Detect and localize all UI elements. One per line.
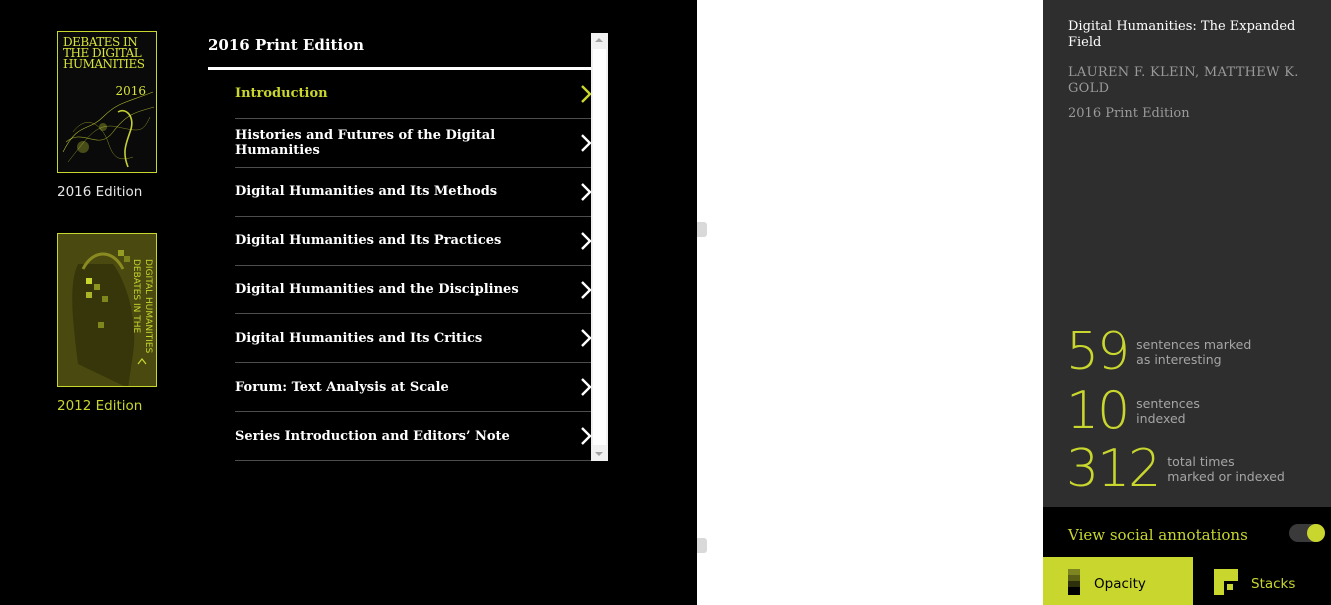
opacity-icon xyxy=(1068,569,1080,595)
stat-value: 10 xyxy=(1066,381,1130,441)
toc-scrollbar[interactable] xyxy=(591,33,608,461)
social-annotations-row: View social annotations xyxy=(1043,507,1331,557)
toc-item-label: Digital Humanities and Its Critics xyxy=(235,330,483,346)
stat-label-line1: total times xyxy=(1167,454,1235,469)
cover-2016-image[interactable]: DEBATES IN THE DIGITAL HUMANITIES 2016 xyxy=(57,31,157,173)
social-annotations-toggle[interactable] xyxy=(1289,524,1325,542)
toc-item-methods[interactable]: Digital Humanities and Its Methods xyxy=(235,168,592,217)
left-panel: DEBATES IN THE DIGITAL HUMANITIES 2016 2… xyxy=(0,0,697,605)
book-edition: 2016 Print Edition xyxy=(1068,106,1190,121)
stat-value: 312 xyxy=(1066,439,1161,499)
stat-total-times: 312 total times marked or indexed xyxy=(1066,443,1297,495)
scroll-up-icon[interactable] xyxy=(595,38,603,42)
stat-label: total times marked or indexed xyxy=(1167,454,1297,484)
book-title: Digital Humanities: The Expanded Field xyxy=(1068,19,1296,50)
toc-item-label: Histories and Futures of the Digital Hum… xyxy=(235,127,496,158)
toc-item-introduction[interactable]: Introduction xyxy=(235,70,592,119)
stat-value: 59 xyxy=(1066,322,1130,382)
toc-item-critics[interactable]: Digital Humanities and Its Critics xyxy=(235,314,592,364)
toc-item-practices[interactable]: Digital Humanities and Its Practices xyxy=(235,217,592,266)
stacks-button[interactable]: Stacks xyxy=(1193,557,1331,605)
edition-2016[interactable]: DEBATES IN THE DIGITAL HUMANITIES 2016 2… xyxy=(57,31,177,200)
scrollbar-thumb[interactable] xyxy=(593,49,606,445)
stat-label-line2: marked or indexed xyxy=(1167,469,1285,484)
cover-2016-artwork xyxy=(62,91,155,168)
edition-2016-label[interactable]: 2016 Edition xyxy=(57,184,177,200)
edition-2012-label[interactable]: 2012 Edition xyxy=(57,398,177,414)
stat-label-line1: sentences xyxy=(1136,396,1200,411)
table-of-contents: 2016 Print Edition Introduction Historie… xyxy=(208,33,608,462)
stacks-icon xyxy=(1214,569,1238,595)
toc-item-forum-text-analysis[interactable]: Forum: Text Analysis at Scale xyxy=(235,363,592,413)
opacity-button-label: Opacity xyxy=(1094,576,1146,592)
toc-item-label: Digital Humanities and the Disciplines xyxy=(235,282,519,297)
book-info-panel: Digital Humanities: The Expanded Field L… xyxy=(1043,0,1331,605)
social-annotations-label[interactable]: View social annotations xyxy=(1068,526,1248,544)
stat-label: sentences marked as interesting xyxy=(1136,337,1266,367)
toc-item-label: Series Introduction and Editors’ Note xyxy=(235,428,510,444)
stat-label-line2: indexed xyxy=(1136,411,1186,426)
stat-label-line1: sentences marked xyxy=(1136,337,1252,352)
toc-title: 2016 Print Edition xyxy=(208,36,365,54)
stat-label-line2: as interesting xyxy=(1136,352,1222,367)
toc-list: Introduction Histories and Futures of th… xyxy=(235,70,592,462)
toc-item-label: Forum: Text Analysis at Scale xyxy=(235,379,449,395)
stat-label: sentences indexed xyxy=(1136,396,1266,426)
stat-indexed: 10 sentences indexed xyxy=(1066,385,1266,437)
toc-item-series-introduction[interactable]: Series Introduction and Editors’ Note xyxy=(235,412,592,462)
toggle-knob xyxy=(1307,524,1325,542)
stacks-button-label: Stacks xyxy=(1251,576,1296,592)
toc-item-disciplines[interactable]: Digital Humanities and the Disciplines xyxy=(235,266,592,315)
stat-marked-interesting: 59 sentences marked as interesting xyxy=(1066,326,1266,378)
toc-item-label: Digital Humanities and Its Practices xyxy=(235,233,502,249)
panel-resize-handle-bottom[interactable] xyxy=(697,538,707,553)
svg-text:DIGITAL HUMANITIES: DIGITAL HUMANITIES xyxy=(143,259,153,354)
panel-resize-handle-top[interactable] xyxy=(697,222,707,237)
toc-item-histories-and-futures[interactable]: Histories and Futures of the Digital Hum… xyxy=(235,119,592,168)
cover-2012-image[interactable]: DEBATES IN THE DIGITAL HUMANITIES xyxy=(57,233,157,387)
book-authors: LAUREN F. KLEIN, MATTHEW K. GOLD xyxy=(1068,65,1299,96)
toc-item-label: Digital Humanities and Its Methods xyxy=(235,184,498,200)
toc-item-label: Introduction xyxy=(235,86,328,102)
reading-area xyxy=(697,0,1043,605)
scroll-down-icon[interactable] xyxy=(595,452,603,456)
svg-text:DEBATES IN THE: DEBATES IN THE xyxy=(131,259,141,334)
opacity-button[interactable]: Opacity xyxy=(1043,557,1193,605)
edition-2012[interactable]: DEBATES IN THE DIGITAL HUMANITIES 2012 E… xyxy=(57,233,177,414)
cover-2012-artwork: DEBATES IN THE DIGITAL HUMANITIES xyxy=(72,250,153,386)
